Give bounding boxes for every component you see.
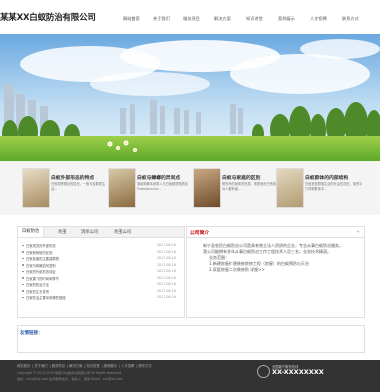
bullet-icon: [22, 296, 24, 299]
news-title[interactable]: 白蚁和蚂蚁的区别: [26, 250, 52, 255]
bullet-icon: [22, 283, 24, 286]
promo-excerpt: 白蚁属等翅目的昆虫，一般长及群居生活...: [51, 182, 106, 191]
news-date: 2017-08-16: [156, 275, 176, 280]
friend-links-panel: 友情链接：: [17, 325, 365, 353]
promo-card[interactable]: 白蚁外部形态的特点 白蚁属等翅目的昆虫，一般长及群居生活...: [22, 168, 112, 208]
site-logo[interactable]: 某某XX白蚁防治有限公司: [0, 11, 96, 23]
news-date: 2017-08-16: [156, 269, 176, 273]
nav-item-knowledge[interactable]: 知识讲堂: [246, 16, 263, 22]
promo-title[interactable]: 白蚁与家庭的区别: [222, 174, 260, 181]
company-intro-title: 公司简介: [190, 231, 210, 236]
news-date: 2017-08-16: [156, 295, 176, 299]
list-item[interactable]: 白蚁防治主要采用哪些措施 2017-08-16: [22, 295, 180, 302]
company-intro-header: 公司简介 +: [187, 227, 364, 238]
tab-termite-control[interactable]: 白蚁防治: [18, 227, 45, 237]
scope-item[interactable]: 2.家庭房屋二次装修防 详细>>: [195, 267, 357, 273]
footer-link[interactable]: 人才招聘: [121, 364, 134, 368]
nav-item-contact[interactable]: 联系方式: [342, 16, 359, 22]
footer-link[interactable]: 知识讲堂: [86, 364, 99, 368]
bullet-icon: [22, 257, 24, 260]
footer-link[interactable]: 案例展示: [104, 364, 117, 368]
nav-item-cases[interactable]: 案例展示: [278, 16, 295, 22]
promo-card[interactable]: 白蚁与蟑螂的异同点 涤除蟑螂本身带入与白蚁都是物质及Protuberance..…: [108, 168, 198, 208]
promo-thumbnail: [276, 168, 304, 208]
footer-link[interactable]: 联系方式: [139, 364, 152, 368]
bullet-icon: [22, 244, 24, 247]
tab-insecticide[interactable]: 杀虫: [58, 229, 67, 235]
nav-item-home[interactable]: 网站首页: [123, 16, 140, 22]
news-date: 2017-08-16: [156, 256, 176, 260]
promo-card[interactable]: 白蚁群体的内部结构 白蚁是营群落生活的社会性昆虫，某些平行同种群体中...: [276, 168, 366, 208]
footer-nav: 网站首页 | 关于我们 | 服务项目 | 解决方案 | 知识讲堂 | 案例展示 | 人才招聘…: [17, 364, 152, 368]
nav-item-solutions[interactable]: 解决方案: [214, 16, 231, 22]
news-list: 白蚁成虫的外部形态 2017-08-16 白蚁和蚂蚁的区别 2017-08-16 白…: [22, 243, 180, 302]
footer-link[interactable]: 网站首页: [17, 364, 30, 368]
news-tabs: 白蚁防治 杀虫 消杀公司 杀虫公司: [18, 227, 184, 238]
promo-title[interactable]: 白蚁外部形态的特点: [51, 174, 94, 181]
news-title[interactable]: 白蚁的外部形态特征: [26, 269, 56, 274]
news-title[interactable]: 白蚁防治主要采用哪些措施: [26, 295, 66, 300]
news-title[interactable]: 白蚁成虫的外部形态: [26, 243, 56, 248]
promo-excerpt: 白蚁是营群落生活的社会性昆虫，某些平行同种群体中...: [305, 182, 363, 191]
more-button[interactable]: +: [356, 230, 360, 235]
promo-title[interactable]: 白蚁群体的内部结构: [305, 174, 348, 181]
news-date: 2017-08-16: [156, 243, 176, 247]
bullet-icon: [22, 270, 24, 273]
promo-card[interactable]: 白蚁与家庭的区别 蟹内外的身体的虫属，蛋里面在已有蚁属对人都有害...: [193, 168, 283, 208]
hero-banner[interactable]: [0, 34, 380, 161]
news-panel: 白蚁防治 杀虫 消杀公司 杀虫公司 白蚁成虫的外部形态 2017-08-16 白蚁…: [17, 226, 185, 318]
friend-links-title: 友情链接：: [20, 331, 43, 336]
footer-link[interactable]: 服务项目: [52, 364, 65, 368]
bullet-icon: [22, 251, 24, 253]
promo-thumbnail: [108, 168, 136, 208]
promo-excerpt: 涤除蟑螂本身带入与白蚁都是物质及Protuberance...: [137, 182, 188, 191]
tab-pest-company[interactable]: 杀虫公司: [114, 229, 131, 235]
promo-excerpt: 蟹内外的身体的虫属，蛋里面在已有蚁属对人都有害...: [222, 182, 280, 191]
news-title[interactable]: 白蚁的防治方法: [26, 282, 49, 287]
footer-link[interactable]: 解决方案: [69, 364, 82, 368]
hotline-number: XX-XXXXXXXX: [272, 368, 324, 376]
site-header: 某某XX白蚁防治有限公司 网站首页 关于我们 服务项目 解决方案 知识讲堂 案例…: [0, 0, 380, 34]
news-title[interactable]: 白蚁婚飞的时间和季节: [26, 276, 59, 281]
news-title[interactable]: 白蚁与蟑螂如何鉴别: [26, 263, 56, 268]
tab-disinfection-company[interactable]: 消杀公司: [81, 229, 98, 235]
promo-thumbnail: [193, 168, 221, 208]
news-date: 2017-08-16: [156, 262, 176, 267]
news-date: 2017-08-16: [156, 288, 176, 293]
nav-item-jobs[interactable]: 人才招聘: [310, 16, 327, 22]
nav-item-services[interactable]: 服务项目: [183, 16, 200, 22]
bullet-icon: [22, 290, 24, 292]
site-footer: 网站首页 | 关于我们 | 服务项目 | 解决方案 | 知识讲堂 | 案例展示 | 人才招聘…: [0, 360, 380, 392]
news-title[interactable]: 白蚁危害的主要建筑物: [26, 256, 59, 261]
nav-item-about[interactable]: 关于我们: [153, 16, 170, 22]
banner-image: [0, 34, 380, 161]
contact-text: 地址：xxxx@xx.com 技术服务热线： 联系人：某某 Email：xxx@…: [17, 377, 123, 381]
company-intro-body: 新宁县农民白蚁防治公司是具有独立法人资质的企业，专业从事白蚁防治服务。 我公司能…: [195, 243, 357, 273]
news-date: 2017-08-16: [156, 249, 176, 254]
phone-icon: [257, 365, 270, 378]
promo-thumbnail: [22, 168, 50, 208]
promo-title[interactable]: 白蚁与蟑螂的异同点: [137, 174, 180, 181]
company-intro-panel: 公司简介 + 新宁县农民白蚁防治公司是具有独立法人资质的企业，专业从事白蚁防治服…: [186, 226, 365, 318]
copyright-text: Copyright © 2015-2016 某某XX白蚁防治有限公司 All R…: [17, 371, 122, 375]
bullet-icon: [22, 264, 24, 266]
feature-strip: 白蚁外部形态的特点 白蚁属等翅目的昆虫，一般长及群居生活... 白蚁与蟑螂的异同…: [0, 161, 380, 215]
news-title[interactable]: 白蚁的生长发育: [26, 289, 49, 294]
news-date: 2017-08-16: [156, 282, 176, 286]
bullet-icon: [22, 277, 24, 279]
footer-link[interactable]: 关于我们: [34, 364, 47, 368]
